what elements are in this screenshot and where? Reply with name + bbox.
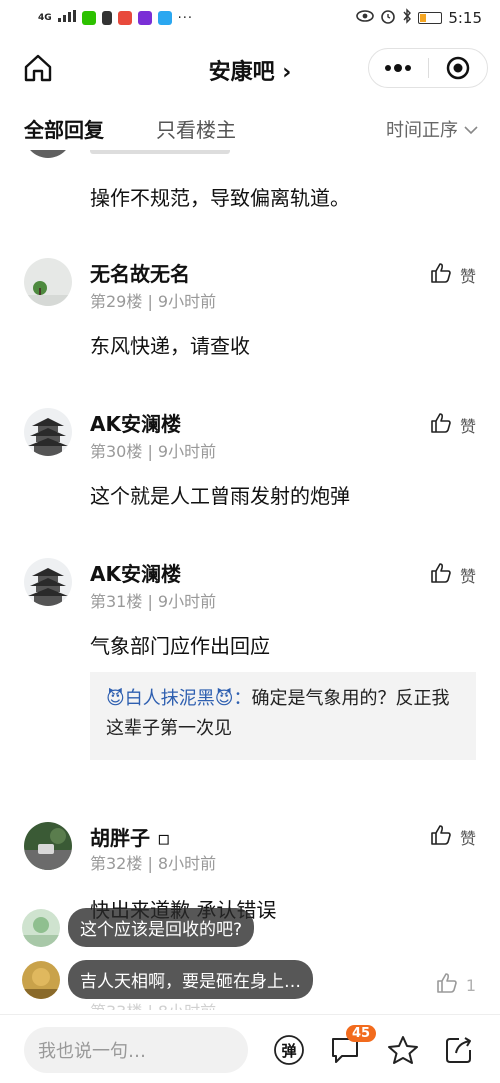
alert-icon: [101, 11, 112, 25]
clock-time: 5:15: [448, 9, 482, 27]
post-meta: [90, 150, 230, 154]
username[interactable]: 无名故无名: [90, 258, 190, 287]
like-button[interactable]: 1: [436, 972, 476, 998]
thumbs-up-icon: [430, 562, 452, 588]
post-meta: 第30楼 | 9小时前: [90, 442, 217, 461]
post-meta: 第31楼 | 9小时前: [90, 592, 217, 611]
share-icon[interactable]: [442, 1033, 476, 1067]
sub-reply-separator: ：: [233, 688, 252, 709]
avatar[interactable]: [24, 822, 72, 870]
video-icon: [137, 11, 152, 25]
like-count: 1: [465, 975, 476, 995]
eye-icon: [356, 10, 375, 26]
avatar[interactable]: [24, 408, 72, 456]
thumbs-up-icon: [436, 972, 458, 998]
sub-reply[interactable]: 😈白人抹泥黑😈：确定是气象用的？反正我这辈子第一次见: [90, 672, 476, 760]
post-text: 东风快递，请查收: [90, 334, 250, 358]
danmaku-text: 这个应该是回收的吧?: [68, 908, 255, 947]
status-bar: 4G ··· 5:15: [0, 0, 500, 36]
username[interactable]: 胡胖子 ▫: [90, 822, 171, 851]
username[interactable]: AK安澜楼: [90, 408, 181, 437]
post-meta: 第33楼 | 8小时前: [90, 998, 216, 1010]
like-button[interactable]: 赞: [430, 562, 476, 588]
tab-op-only[interactable]: 只看楼主: [156, 114, 236, 143]
chevron-down-icon: [464, 119, 478, 140]
sub-reply-author[interactable]: 😈白人抹泥黑😈: [106, 688, 234, 709]
map-icon: [117, 11, 132, 25]
comment-input[interactable]: 我也说一句…: [24, 1027, 248, 1073]
like-label: 赞: [459, 829, 476, 848]
battery-icon: [418, 12, 443, 24]
thumbs-up-icon: [430, 262, 452, 288]
danmaku-item[interactable]: 这个应该是回收的吧?: [22, 908, 255, 947]
danmaku-text: 吉人天相啊，要是砸在身上…: [68, 960, 313, 999]
avatar[interactable]: [24, 150, 72, 158]
app-icon: [157, 11, 172, 25]
avatar[interactable]: [24, 258, 72, 306]
like-label: 赞: [459, 417, 476, 436]
like-button[interactable]: 赞: [430, 412, 476, 438]
star-icon[interactable]: [386, 1033, 420, 1067]
avatar: [22, 908, 60, 947]
comment-count-badge: 45: [346, 1025, 377, 1042]
avatar[interactable]: [24, 558, 72, 606]
post-text: 气象部门应作出回应: [90, 634, 270, 658]
post-meta: 第29楼 | 9小时前: [90, 292, 217, 311]
more-status-icon: ···: [177, 10, 194, 26]
signal-icon: [57, 10, 76, 26]
reply-list: 操作不规范，导致偏离轨道。 无名故无名 第29楼 | 9小时前 赞 东风快递，请…: [0, 150, 500, 1010]
like-label: 赞: [459, 567, 476, 586]
wechat-icon: [81, 11, 96, 25]
like-label: 赞: [459, 267, 476, 286]
sort-dropdown[interactable]: 时间正序: [386, 116, 478, 142]
target-icon[interactable]: [429, 49, 488, 87]
danmaku-toggle-button[interactable]: 弹: [272, 1033, 306, 1067]
post-text: 操作不规范，导致偏离轨道。: [90, 186, 350, 210]
post-meta: 第32楼 | 8小时前: [90, 854, 217, 873]
tab-all-replies[interactable]: 全部回复: [24, 114, 104, 143]
bottom-action-bar: 我也说一句… 弹 45: [0, 1014, 500, 1083]
thumbs-up-icon: [430, 412, 452, 438]
danmaku-item[interactable]: 吉人天相啊，要是砸在身上…: [22, 960, 313, 999]
username[interactable]: AK安澜楼: [90, 558, 181, 587]
reply-tabs: 全部回复 只看楼主 时间正序: [0, 104, 500, 150]
alarm-icon: [380, 8, 396, 28]
more-icon[interactable]: [369, 49, 428, 87]
mini-program-capsule: [368, 48, 488, 88]
avatar: [22, 960, 60, 999]
post-text: 这个就是人工曾雨发射的炮弹: [90, 484, 350, 508]
thumbs-up-icon: [430, 824, 452, 850]
like-button[interactable]: 赞: [430, 262, 476, 288]
sort-label: 时间正序: [386, 120, 458, 141]
bluetooth-icon: [402, 8, 412, 28]
network-indicator: 4G: [38, 13, 52, 23]
danmaku-toggle-label: 弹: [281, 1041, 297, 1060]
like-button[interactable]: 赞: [430, 824, 476, 850]
nav-bar: 安康吧 ›: [0, 36, 500, 100]
